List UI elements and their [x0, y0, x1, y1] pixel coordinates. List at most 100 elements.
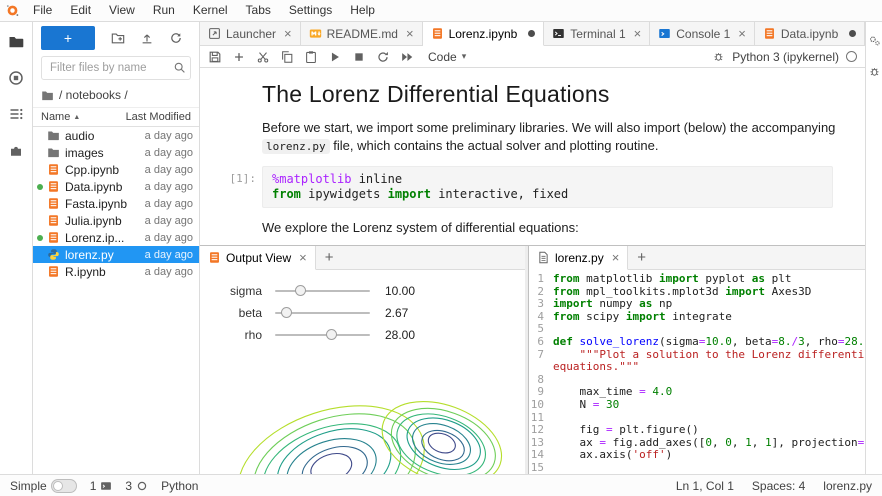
restart-icon[interactable]: [376, 50, 390, 64]
close-icon[interactable]: ×: [738, 26, 746, 41]
breadcrumb-path[interactable]: / notebooks /: [59, 88, 128, 102]
cursor-position[interactable]: Ln 1, Col 1: [676, 479, 734, 493]
slider-handle[interactable]: [295, 285, 306, 296]
simple-mode-toggle[interactable]: [51, 479, 77, 493]
kernel-name[interactable]: Python 3 (ipykernel): [732, 50, 839, 64]
filter-files-input[interactable]: [41, 56, 191, 80]
code-token: %matplotlib: [272, 172, 351, 186]
dirty-indicator: [528, 30, 535, 37]
menu-items: FileEditViewRunKernelTabsSettingsHelp: [24, 0, 384, 21]
file-row-lorenz-py[interactable]: lorenz.py a day ago: [33, 246, 199, 263]
tab-lorenz-ipynb[interactable]: Lorenz.ipynb: [423, 22, 545, 46]
file-row-fasta-ipynb[interactable]: Fasta.ipynba day ago: [33, 195, 199, 212]
menu-help[interactable]: Help: [341, 0, 384, 21]
slider-label: rho: [212, 328, 262, 342]
file-modified: a day ago: [145, 198, 193, 210]
output-view-panel: Output View × + sigma10.00beta2.67rho28.…: [200, 246, 528, 474]
run-icon[interactable]: [328, 50, 342, 64]
slider-track[interactable]: [275, 334, 370, 336]
extension-manager-icon[interactable]: [8, 142, 24, 158]
close-icon[interactable]: ×: [406, 26, 414, 41]
run-all-icon[interactable]: [400, 50, 414, 64]
language-indicator[interactable]: Python: [161, 479, 198, 493]
editor-line[interactable]: 4from scipy import integrate: [529, 311, 865, 324]
terminal-count[interactable]: 1: [90, 479, 113, 493]
code-token: Axes3D: [765, 285, 811, 298]
tab-readme-md[interactable]: README.md×: [301, 22, 423, 45]
editor-line[interactable]: 14 ax.axis('off'): [529, 449, 865, 462]
debugger-sidebar-icon[interactable]: [868, 65, 881, 78]
tab-console-1[interactable]: Console 1×: [650, 22, 755, 45]
tab-terminal-1[interactable]: Terminal 1×: [544, 22, 650, 45]
column-modified[interactable]: Last Modified: [126, 111, 191, 123]
code-cell-input[interactable]: %matplotlib inlinefrom ipywidgets import…: [262, 166, 833, 208]
code-token: 10.0: [705, 335, 732, 348]
cut-icon[interactable]: [256, 50, 270, 64]
menu-run[interactable]: Run: [144, 0, 184, 21]
notebook-paragraph: We explore the Lorenz system of differen…: [262, 219, 843, 237]
save-icon[interactable]: [208, 50, 222, 64]
menu-edit[interactable]: Edit: [61, 0, 100, 21]
new-launcher-button[interactable]: +: [41, 26, 95, 50]
editor-line[interactable]: 10 N = 30: [529, 399, 865, 412]
running-sessions-icon[interactable]: [8, 70, 24, 86]
property-inspector-icon[interactable]: [868, 34, 881, 47]
file-browser-icon[interactable]: [8, 34, 24, 50]
lorenz-attractor-plot: [214, 382, 517, 474]
slider-track[interactable]: [275, 290, 370, 292]
indent-setting[interactable]: Spaces: 4: [752, 479, 805, 493]
tab-lorenz-py[interactable]: lorenz.py ×: [529, 246, 628, 270]
editor-line[interactable]: equations.""": [529, 361, 865, 374]
column-name[interactable]: Name ▲: [41, 111, 126, 123]
refresh-icon[interactable]: [169, 31, 183, 45]
add-cell-icon[interactable]: [232, 50, 246, 64]
code-token: , beta: [732, 335, 772, 348]
paste-icon[interactable]: [304, 50, 318, 64]
tab-output-view[interactable]: Output View ×: [200, 246, 316, 270]
menu-file[interactable]: File: [24, 0, 61, 21]
column-name-label: Name: [41, 111, 70, 123]
file-name: lorenz.py: [65, 248, 140, 262]
menu-settings[interactable]: Settings: [280, 0, 341, 21]
notebook-document[interactable]: The Lorenz Differential Equations Before…: [200, 68, 865, 245]
table-of-contents-icon[interactable]: [8, 106, 24, 122]
slider-track[interactable]: [275, 312, 370, 314]
file-row-lorenz-ip[interactable]: Lorenz.ip...a day ago: [33, 229, 199, 246]
tab-launcher[interactable]: Launcher×: [200, 22, 301, 45]
file-row-images[interactable]: imagesa day ago: [33, 144, 199, 161]
upload-icon[interactable]: [140, 31, 154, 45]
breadcrumb[interactable]: / notebooks /: [33, 86, 199, 107]
slider-handle[interactable]: [326, 329, 337, 340]
debugger-icon[interactable]: [712, 50, 725, 63]
file-row-data-ipynb[interactable]: Data.ipynba day ago: [33, 178, 199, 195]
menu-tabs[interactable]: Tabs: [237, 0, 280, 21]
file-modified: a day ago: [145, 249, 193, 261]
editor-line[interactable]: 15: [529, 462, 865, 474]
slider-handle[interactable]: [281, 307, 292, 318]
cell-type-dropdown[interactable]: Code ▾: [428, 50, 466, 64]
close-icon[interactable]: ×: [299, 250, 307, 265]
close-icon[interactable]: ×: [284, 26, 292, 41]
menu-kernel[interactable]: Kernel: [184, 0, 237, 21]
code-token: inline: [351, 172, 402, 186]
new-view-button[interactable]: +: [628, 246, 655, 269]
tab-data-ipynb[interactable]: Data.ipynb: [755, 22, 865, 45]
notebook-icon: [431, 27, 444, 40]
file-row-r-ipynb[interactable]: R.ipynba day ago: [33, 263, 199, 280]
close-icon[interactable]: ×: [634, 26, 642, 41]
menu-view[interactable]: View: [100, 0, 144, 21]
code-text: ax.axis('off'): [553, 449, 672, 462]
file-row-cpp-ipynb[interactable]: Cpp.ipynba day ago: [33, 161, 199, 178]
file-row-julia-ipynb[interactable]: Julia.ipynba day ago: [33, 212, 199, 229]
stop-icon[interactable]: [352, 50, 366, 64]
new-folder-icon[interactable]: [111, 31, 125, 45]
copy-icon[interactable]: [280, 50, 294, 64]
kernel-count[interactable]: 3: [125, 479, 148, 493]
slider-value: 2.67: [385, 306, 408, 320]
new-view-button[interactable]: +: [316, 246, 343, 269]
file-row-audio[interactable]: audioa day ago: [33, 127, 199, 144]
code-editor[interactable]: 1from matplotlib import pyplot as plt2fr…: [529, 270, 865, 474]
close-icon[interactable]: ×: [612, 250, 620, 265]
kernel-status-idle-icon[interactable]: [846, 51, 857, 62]
file-modified: a day ago: [145, 266, 193, 278]
